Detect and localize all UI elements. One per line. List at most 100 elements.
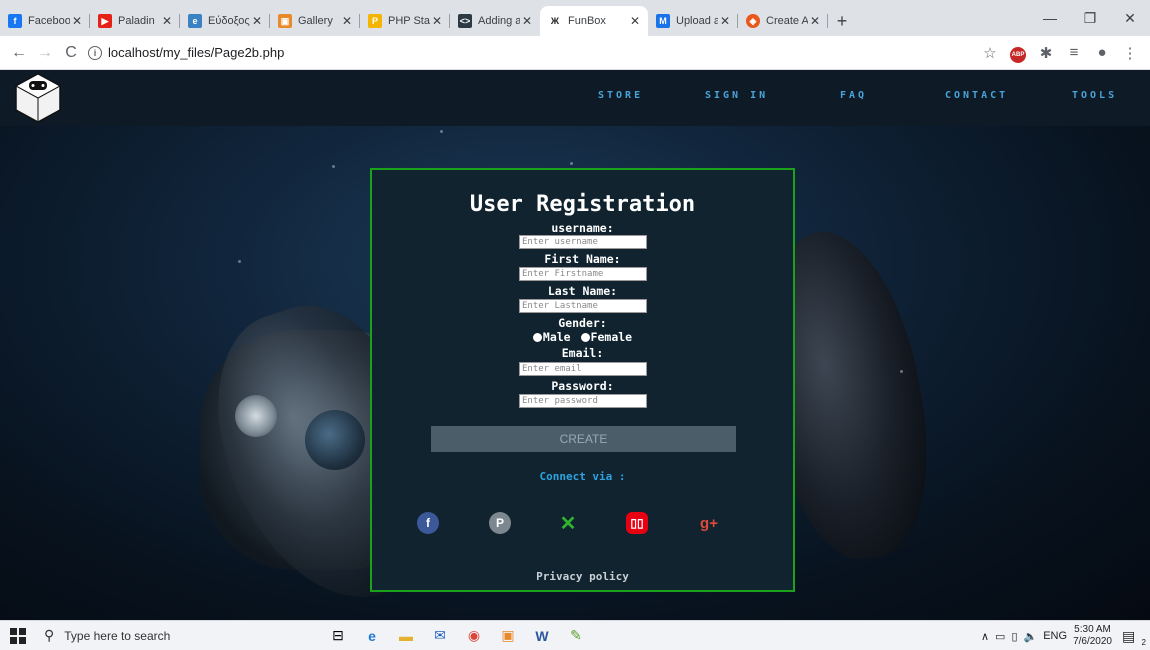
windows-icon [10, 627, 26, 644]
battery-icon[interactable]: ▯ [1011, 630, 1017, 643]
star-icon[interactable]: ☆ [976, 44, 1004, 62]
tab-title: Upload and [676, 15, 718, 27]
female-radio[interactable] [580, 333, 590, 342]
tab-paladin[interactable]: ▶ Paladin ✕ [90, 6, 180, 36]
password-label: Password: [551, 379, 614, 393]
debris-speck [570, 162, 573, 165]
close-icon[interactable]: ✕ [70, 14, 84, 28]
playstation-icon[interactable]: P [489, 512, 511, 534]
controller-button [235, 395, 277, 437]
close-icon[interactable]: ✕ [718, 14, 732, 28]
tab-facebook[interactable]: f Facebook ✕ [0, 6, 90, 36]
url-field[interactable]: i localhost/my_files/Page2b.php [88, 40, 968, 66]
windows-start-button[interactable] [0, 627, 36, 644]
nintendo-switch-icon[interactable]: ▯▯ [626, 512, 648, 534]
file-explorer-icon[interactable]: ▬ [389, 621, 423, 650]
username-input[interactable] [519, 235, 647, 249]
minimize-icon[interactable]: — [1030, 0, 1070, 36]
close-icon[interactable]: ✕ [250, 14, 264, 28]
nav-tools[interactable]: TOOLS [1072, 90, 1117, 101]
funbox-logo[interactable] [14, 72, 62, 124]
upload-icon: M [656, 14, 670, 28]
firstname-input[interactable] [519, 267, 647, 281]
tab-php[interactable]: P PHP Star Ra ✕ [360, 6, 450, 36]
clock[interactable]: 5:30 AM 7/6/2020 [1073, 624, 1112, 648]
close-window-icon[interactable]: ✕ [1110, 0, 1150, 36]
debris-speck [332, 165, 335, 168]
create-button[interactable]: CREATE [431, 426, 736, 452]
gallery-app-icon[interactable]: ▣ [491, 621, 525, 650]
lastname-input[interactable] [519, 299, 647, 313]
edge-icon[interactable]: e [355, 621, 389, 650]
site-header: STORE SIGN IN FAQ CONTACT TOOLS [0, 70, 1150, 126]
nav-faq[interactable]: FAQ [840, 90, 867, 101]
media-icon[interactable]: ≡ [1060, 44, 1088, 61]
chevron-up-icon[interactable]: ∧ [981, 630, 989, 643]
funbox-icon: Ж [548, 14, 562, 28]
privacy-policy-link[interactable]: Privacy policy [372, 570, 793, 583]
notification-icon[interactable]: ▤ 2 [1122, 628, 1150, 647]
notification-count: 2 [1141, 637, 1146, 647]
connect-via-label: Connect via : [539, 470, 626, 483]
php-icon: P [368, 14, 382, 28]
debris-speck [440, 130, 443, 133]
female-label: Female [590, 330, 633, 344]
word-icon[interactable]: W [525, 621, 559, 650]
tab-funbox[interactable]: Ж FunBox ✕ [540, 6, 648, 36]
tab-adding[interactable]: <> Adding a G ✕ [450, 6, 540, 36]
nav-contact[interactable]: CONTACT [945, 90, 1008, 101]
close-icon[interactable]: ✕ [520, 14, 534, 28]
profile-icon[interactable]: ● [1088, 44, 1116, 61]
task-view-icon[interactable]: ⊟ [321, 621, 355, 650]
info-icon[interactable]: i [88, 45, 102, 60]
page-content: STORE SIGN IN FAQ CONTACT TOOLS User Reg… [0, 70, 1150, 620]
adblock-icon[interactable]: ABP [1004, 43, 1032, 63]
extensions-icon[interactable]: ✱ [1032, 44, 1060, 62]
nav-store[interactable]: STORE [598, 90, 643, 101]
close-icon[interactable]: ✕ [160, 14, 174, 28]
new-tab-button[interactable]: + [828, 6, 856, 36]
search-placeholder: Type here to search [64, 628, 171, 643]
registration-form: User Registration username: First Name: … [370, 168, 795, 592]
facebook-icon: f [8, 14, 22, 28]
email-input[interactable] [519, 362, 647, 376]
tab-upload[interactable]: M Upload and ✕ [648, 6, 738, 36]
back-icon[interactable]: ← [6, 44, 32, 62]
tab-create[interactable]: ◈ Create A Si ✕ [738, 6, 828, 36]
mail-icon[interactable]: ✉ [423, 621, 457, 650]
close-icon[interactable]: ✕ [430, 14, 444, 28]
gallery-icon: ▣ [278, 14, 292, 28]
nav-sign-in[interactable]: SIGN IN [705, 90, 768, 101]
facebook-icon[interactable]: f [417, 512, 439, 534]
language-indicator[interactable]: ENG [1043, 630, 1067, 642]
volume-icon[interactable]: 🔈 [1024, 630, 1038, 643]
tab-title: FunBox [568, 15, 606, 27]
search-icon: ⚲ [44, 627, 55, 643]
network-icon[interactable]: ▭ [995, 630, 1005, 643]
password-input[interactable] [519, 394, 647, 408]
tab-gallery[interactable]: ▣ Gallery ✕ [270, 6, 360, 36]
firstname-label: First Name: [544, 252, 621, 266]
tab-title: Create A Si [766, 15, 808, 27]
male-radio[interactable] [532, 333, 542, 342]
menu-icon[interactable]: ⋮ [1116, 44, 1144, 62]
restore-icon[interactable]: ❐ [1070, 0, 1110, 36]
tab-eudoxus[interactable]: e Εύδοξος | Σ ✕ [180, 6, 270, 36]
close-icon[interactable]: ✕ [808, 14, 822, 28]
username-label: username: [551, 221, 614, 235]
reload-icon[interactable]: C [58, 44, 84, 62]
paint-icon[interactable]: ✎ [559, 621, 593, 650]
chrome-icon[interactable]: ◉ [457, 621, 491, 650]
close-icon[interactable]: ✕ [340, 14, 354, 28]
xbox-icon[interactable]: ✕ [557, 512, 579, 535]
eudoxus-icon: e [188, 14, 202, 28]
close-icon[interactable]: ✕ [628, 14, 642, 28]
taskbar-search[interactable]: ⚲ Type here to search [36, 621, 321, 650]
form-title: User Registration [469, 192, 696, 217]
clock-time: 5:30 AM [1074, 624, 1111, 635]
clock-date: 7/6/2020 [1073, 636, 1112, 647]
lastname-label: Last Name: [547, 284, 618, 298]
controller-stick [305, 410, 365, 470]
google-plus-icon[interactable]: g+ [698, 512, 720, 534]
forward-icon[interactable]: → [32, 44, 58, 62]
